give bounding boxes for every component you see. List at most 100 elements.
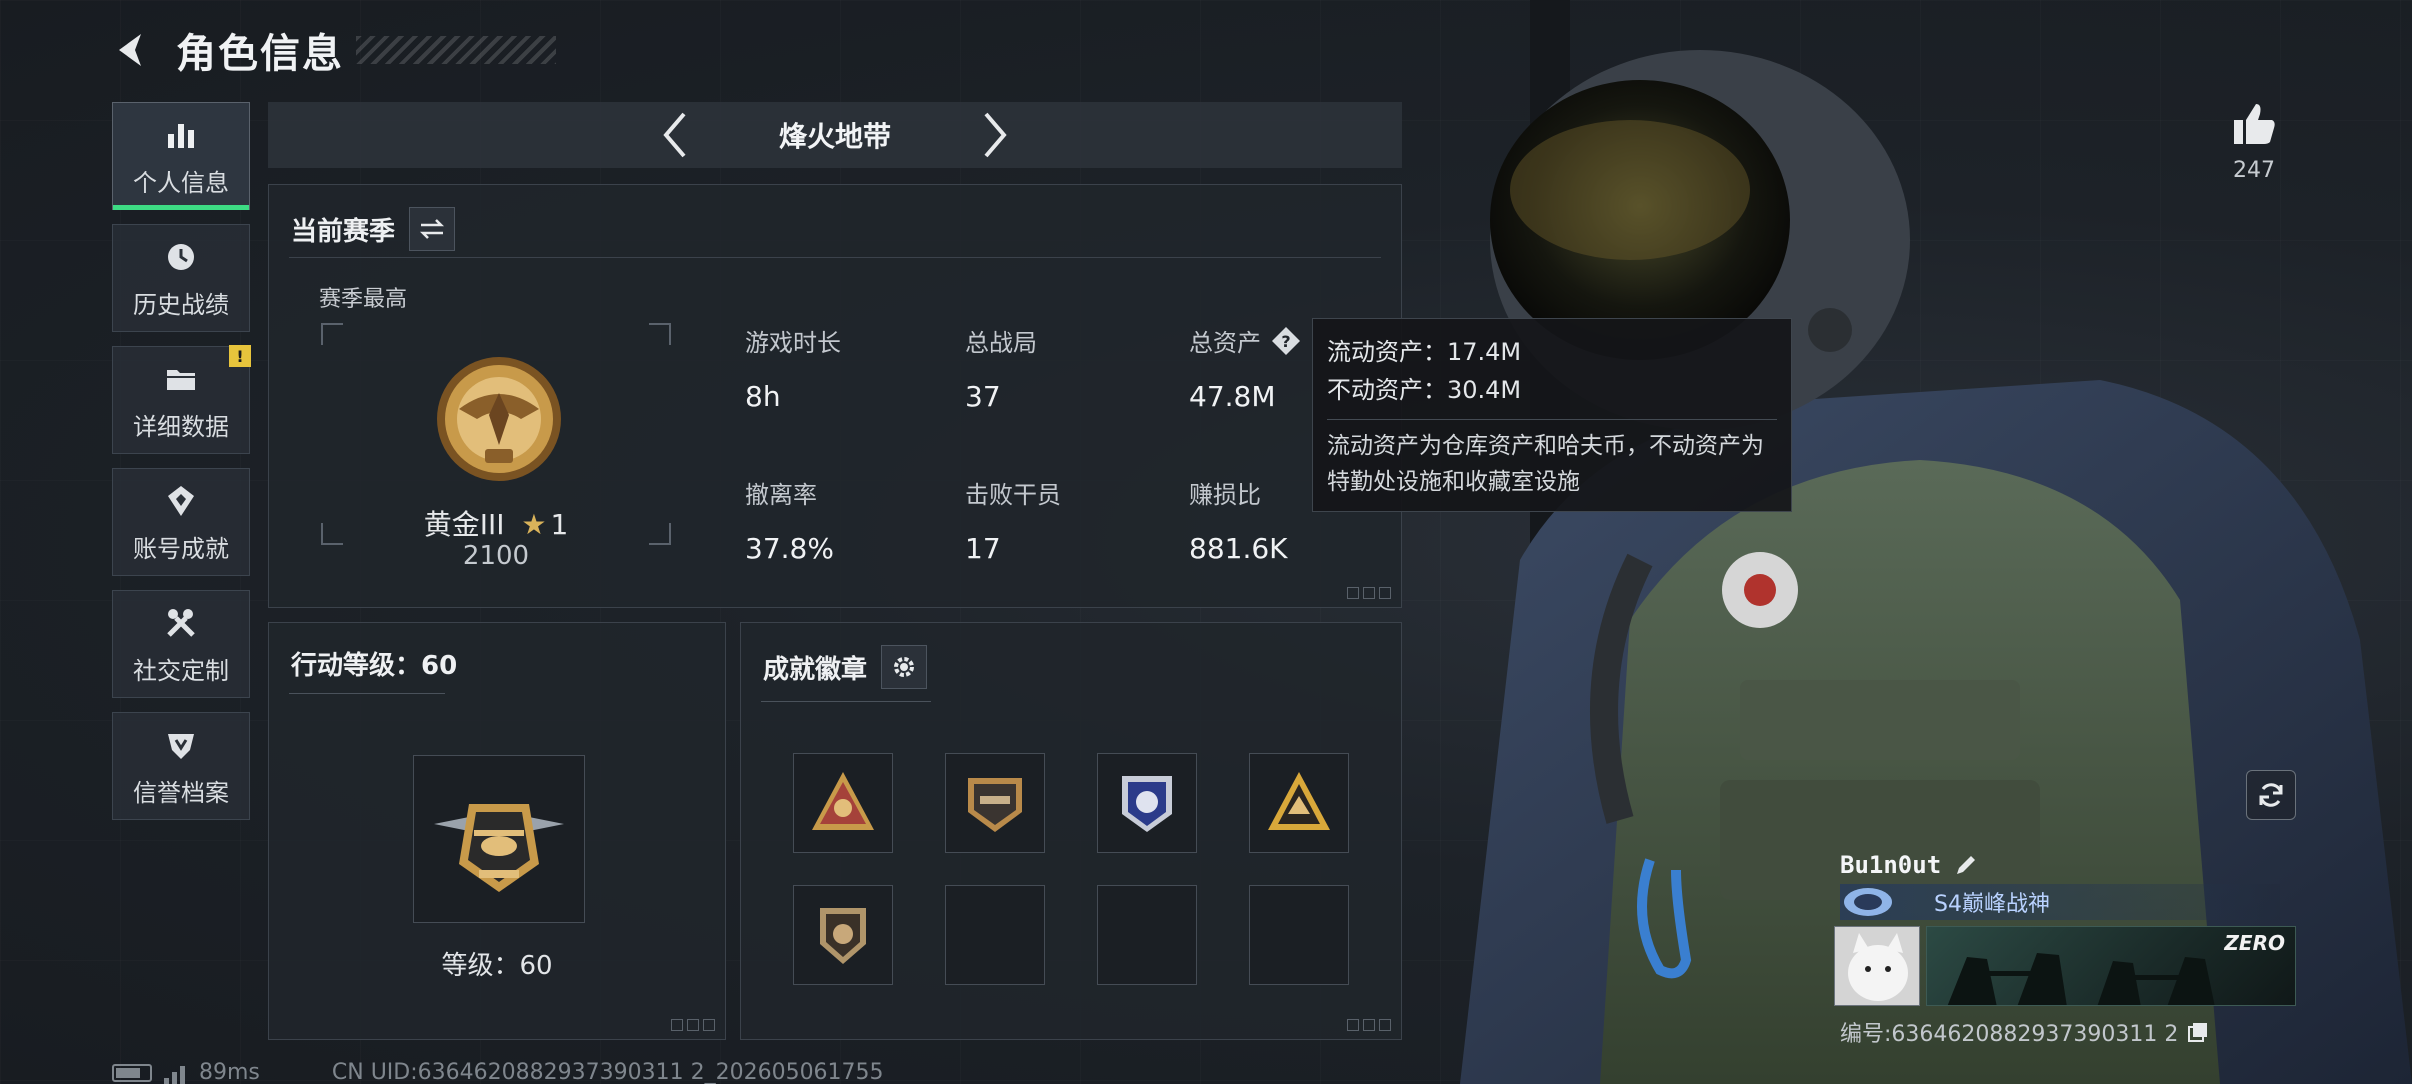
stat-value: 8h bbox=[745, 380, 781, 413]
status-footer: 89ms CN UID:6364620882937390311 2_202605… bbox=[112, 1060, 884, 1084]
nav-label: 个人信息 bbox=[133, 168, 229, 197]
divider bbox=[761, 701, 931, 702]
like-button[interactable] bbox=[2226, 96, 2282, 152]
title-emblem-icon bbox=[1844, 888, 1892, 916]
level-text: 等级：60 bbox=[441, 951, 553, 981]
stat-profit-ratio: 赚损比 881.6K bbox=[1189, 475, 1288, 565]
level-panel: 行动等级：60 等级：60 bbox=[268, 622, 726, 1040]
swap-arrows-icon bbox=[419, 219, 445, 239]
stat-value: 37 bbox=[965, 380, 1001, 413]
rank-stars: 1 bbox=[550, 508, 569, 541]
player-name: Bu1n0ut bbox=[1840, 851, 1942, 879]
stat-label-text: 总资产 bbox=[1189, 329, 1261, 357]
fixed-assets: 不动资产：30.4M bbox=[1327, 376, 1522, 404]
achievements-title: 成就徽章 bbox=[763, 654, 868, 685]
back-button[interactable] bbox=[110, 27, 156, 73]
stat-label: 总资产 ? bbox=[1189, 323, 1301, 358]
nav-label: 账号成就 bbox=[133, 534, 229, 563]
achievement-slot-empty[interactable] bbox=[1097, 885, 1197, 985]
season-title: 当前赛季 bbox=[291, 216, 396, 247]
avatar[interactable] bbox=[1834, 926, 1920, 1006]
stat-value: 47.8M bbox=[1189, 380, 1276, 413]
stat-label: 击败干员 bbox=[965, 481, 1061, 509]
copy-icon bbox=[2188, 1023, 2208, 1042]
gear-icon bbox=[894, 657, 915, 677]
uid-text: CN UID:6364620882937390311 2_20260506175… bbox=[331, 1060, 884, 1084]
helicopter-wings-icon bbox=[434, 804, 564, 892]
blue-shield-badge-icon bbox=[1122, 776, 1172, 832]
achievement-slot-empty[interactable] bbox=[945, 885, 1045, 985]
level-badge bbox=[413, 755, 585, 923]
player-banner[interactable]: ZERO bbox=[1926, 926, 2296, 1006]
prev-mode-button[interactable] bbox=[645, 105, 705, 165]
player-id: 编号:6364620882937390311 2 bbox=[1840, 1022, 2179, 1047]
level-title: 行动等级：60 bbox=[291, 651, 458, 681]
stat-value: 881.6K bbox=[1189, 532, 1288, 565]
switch-season-button[interactable] bbox=[409, 207, 456, 251]
player-id-row: 编号:6364620882937390311 2 bbox=[1840, 1016, 2212, 1048]
next-mode-button[interactable] bbox=[965, 105, 1025, 165]
ping: 89ms bbox=[199, 1060, 260, 1084]
stat-play-time: 游戏时长 8h bbox=[745, 323, 841, 413]
nav-item-achievements[interactable]: 账号成就 bbox=[112, 468, 250, 576]
nav-label: 详细数据 bbox=[133, 412, 229, 441]
red-triangle-badge-icon bbox=[812, 772, 874, 830]
folder-icon bbox=[161, 359, 201, 399]
nav-label: 社交定制 bbox=[133, 656, 229, 685]
player-title: S4巅峰战神 bbox=[1934, 892, 2050, 917]
achievement-slot[interactable] bbox=[945, 753, 1045, 853]
nav-item-social-custom[interactable]: 社交定制 bbox=[112, 590, 250, 698]
achievement-slot[interactable] bbox=[793, 753, 893, 853]
assets-description: 流动资产为仓库资产和哈夫币，不动资产为特勤处设施和收藏室设施 bbox=[1327, 433, 1764, 495]
copy-id-button[interactable] bbox=[2184, 1018, 2212, 1046]
liquid-assets: 流动资产：17.4M bbox=[1327, 338, 1522, 366]
banner-text: ZERO bbox=[2224, 931, 2285, 955]
nav-item-detailed-data[interactable]: ! 详细数据 bbox=[112, 345, 251, 454]
cat-avatar-icon bbox=[1835, 927, 1919, 1005]
rank-score: 2100 bbox=[462, 541, 530, 571]
achievement-slot[interactable] bbox=[1097, 753, 1197, 853]
signal-icon bbox=[164, 1062, 185, 1084]
nav-label: 历史战绩 bbox=[133, 290, 229, 319]
stat-value: 17 bbox=[965, 532, 1001, 565]
achievement-slot[interactable] bbox=[793, 885, 893, 985]
help-question-icon[interactable]: ? bbox=[1271, 326, 1301, 356]
achievement-settings-button[interactable] bbox=[881, 645, 928, 689]
nav-label: 信誉档案 bbox=[133, 778, 229, 807]
player-name-row: Bu1n0ut bbox=[1840, 848, 1983, 882]
refresh-icon bbox=[2259, 783, 2283, 807]
pencil-icon bbox=[1957, 856, 1976, 874]
stat-label: 游戏时长 bbox=[745, 329, 841, 357]
like-count: 247 bbox=[2233, 158, 2275, 183]
rank-name-row: 黄金III ★ 1 bbox=[321, 503, 671, 543]
achievement-slot-empty[interactable] bbox=[1249, 885, 1349, 985]
rank-name: 黄金III bbox=[423, 508, 505, 541]
stat-total-assets: 总资产 ? 47.8M bbox=[1189, 323, 1301, 413]
assets-tooltip: 流动资产：17.4M 不动资产：30.4M 流动资产为仓库资产和哈夫币，不动资产… bbox=[1312, 318, 1792, 512]
corner-decoration bbox=[1347, 587, 1391, 599]
back-arrow-icon bbox=[119, 34, 141, 66]
nav-item-credit-profile[interactable]: 信誉档案 bbox=[112, 712, 250, 820]
nav-item-personal-info[interactable]: 个人信息 bbox=[112, 102, 250, 210]
stat-label: 赚损比 bbox=[1189, 481, 1261, 509]
stat-label: 撤离率 bbox=[745, 481, 817, 509]
mode-switch-bar: 烽火地带 bbox=[268, 102, 1402, 168]
mode-title: 烽火地带 bbox=[778, 120, 891, 153]
svg-text:?: ? bbox=[1281, 332, 1290, 351]
divider bbox=[289, 257, 1381, 258]
stat-total-matches: 总战局 37 bbox=[965, 323, 1037, 413]
lion-shield-badge-icon bbox=[820, 908, 866, 964]
corner-decoration bbox=[671, 1019, 715, 1031]
achievement-grid bbox=[793, 753, 1349, 985]
achievement-slot[interactable] bbox=[1249, 753, 1349, 853]
rotate-view-button[interactable] bbox=[2246, 770, 2296, 820]
edit-name-button[interactable] bbox=[1949, 848, 1983, 882]
bar-chart-icon bbox=[161, 115, 201, 155]
thumbs-up-icon bbox=[2234, 104, 2275, 144]
page-title: 角色信息 bbox=[176, 31, 344, 77]
nav-item-history[interactable]: 历史战绩 bbox=[112, 224, 250, 332]
chevron-right-icon bbox=[984, 112, 1007, 158]
tools-icon bbox=[161, 603, 201, 643]
season-best-label: 赛季最高 bbox=[319, 287, 408, 312]
helicopter-shield-badge-icon bbox=[968, 778, 1022, 832]
